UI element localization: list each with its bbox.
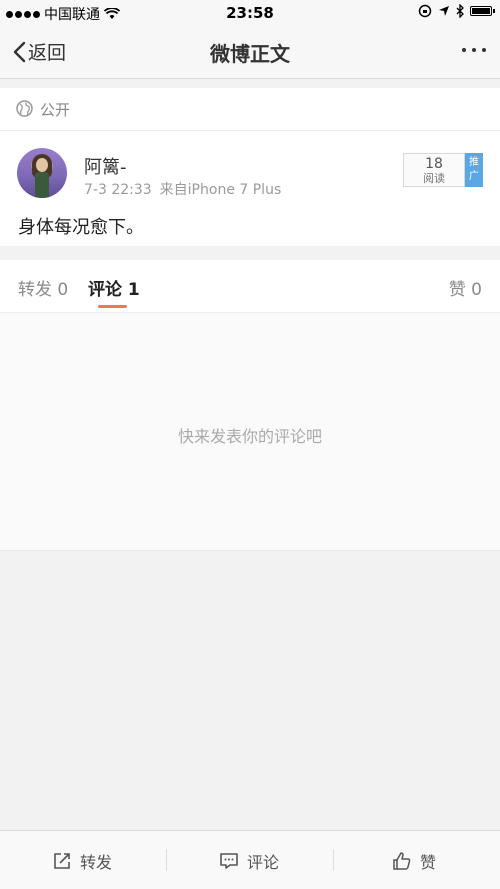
- location-icon: [439, 6, 449, 16]
- like-label: 赞: [420, 853, 437, 872]
- comment-icon: [220, 853, 238, 869]
- more-dot-icon: [462, 48, 466, 52]
- comment-label: 评论: [247, 853, 280, 872]
- username[interactable]: 阿篱-: [84, 153, 127, 179]
- post-meta: 7-3 22:33 来自iPhone 7 Plus: [84, 179, 281, 199]
- promote-button[interactable]: 推广: [465, 153, 483, 187]
- status-bar: 中国联通 23:58: [0, 0, 500, 324]
- avatar[interactable]: [17, 148, 67, 198]
- bottom-action-bar: 转发 评论 赞: [0, 830, 500, 889]
- more-dot-icon: [482, 48, 486, 52]
- read-label: 阅读: [423, 172, 445, 185]
- post-text: 身体每况愈下。: [18, 217, 144, 238]
- comments-area: 快来发表你的评论吧: [0, 313, 500, 551]
- divider: [166, 849, 167, 871]
- repost-label: 转发: [80, 853, 113, 872]
- read-count: 18: [425, 156, 443, 172]
- bluetooth-icon: [456, 4, 464, 18]
- tab-repost[interactable]: 转发 0: [18, 275, 68, 300]
- orientation-lock-icon: [418, 4, 432, 18]
- post-source: 来自iPhone 7 Plus: [159, 182, 282, 198]
- tab-comment[interactable]: 评论 1: [88, 275, 140, 300]
- battery-icon: [470, 6, 495, 16]
- post-tabs: 转发 0 评论 1 赞 0: [0, 260, 500, 313]
- nav-bar: 返回 微博正文: [0, 26, 500, 79]
- read-count-badge[interactable]: 18 阅读: [403, 153, 465, 187]
- page-title: 微博正文: [210, 42, 290, 66]
- globe-icon: [16, 100, 33, 117]
- tab-like[interactable]: 赞 0: [449, 275, 482, 300]
- empty-comments-message: 快来发表你的评论吧: [177, 427, 322, 446]
- post-time: 7-3 22:33: [84, 182, 152, 198]
- comment-button[interactable]: 评论: [219, 849, 279, 873]
- more-dot-icon: [472, 48, 476, 52]
- visibility-row: 公开: [0, 88, 500, 131]
- active-tab-indicator: [98, 305, 127, 308]
- repost-button[interactable]: 转发: [52, 849, 112, 873]
- status-right: [418, 4, 495, 18]
- more-options-button[interactable]: [462, 48, 486, 52]
- visibility-label: 公开: [40, 101, 71, 119]
- like-button[interactable]: 赞: [392, 849, 436, 873]
- share-icon: [54, 853, 70, 869]
- post-card: 阿篱- 7-3 22:33 来自iPhone 7 Plus 18 阅读 推广 身体…: [0, 131, 500, 246]
- divider: [333, 849, 334, 871]
- thumbs-up-icon: [393, 852, 411, 870]
